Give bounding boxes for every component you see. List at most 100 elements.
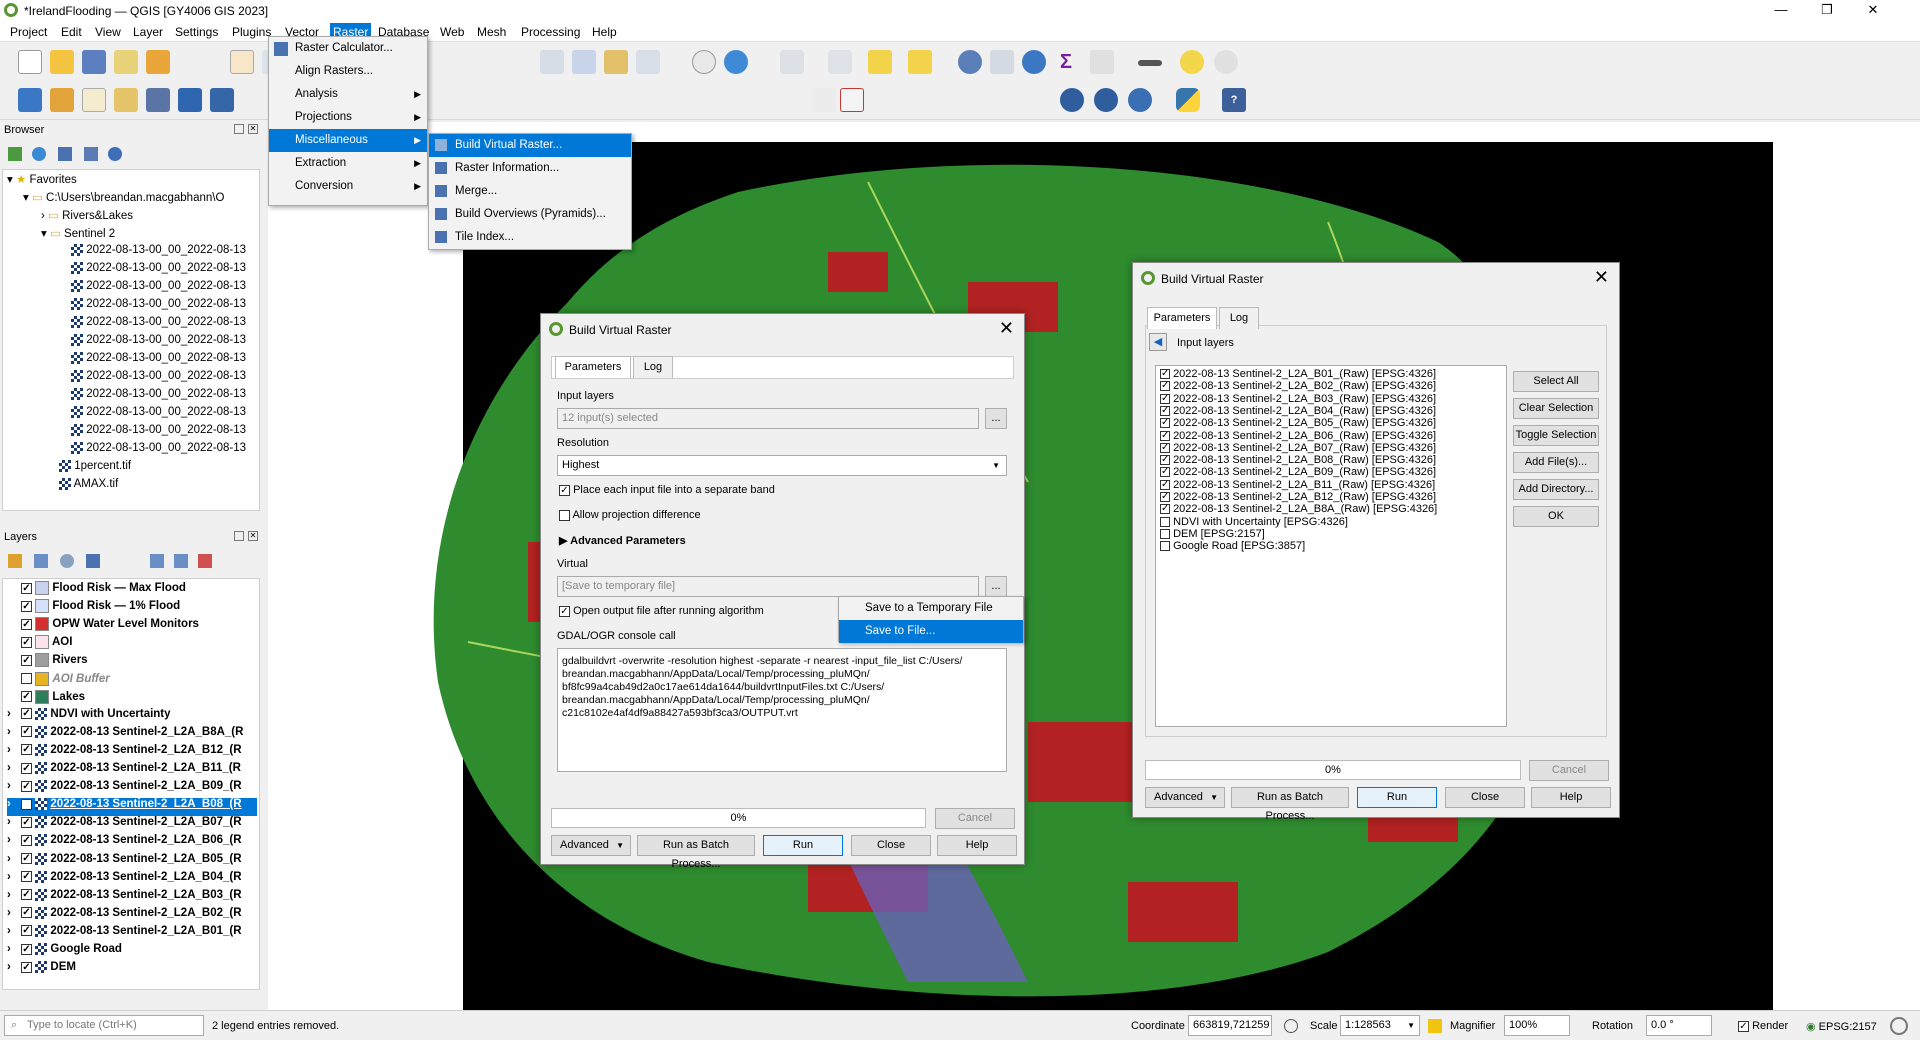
select-attribute-icon[interactable] [828, 50, 852, 74]
tree-file[interactable]: 2022-08-13-00_00_2022-08-13 [71, 316, 246, 334]
layer-row[interactable]: › ✓ 2022-08-13 Sentinel-2_L2A_B8A_(R [7, 725, 243, 744]
miscellaneous-item[interactable]: Miscellaneous ▶ [269, 129, 427, 152]
add-directory-button[interactable]: Add Directory... [1513, 479, 1599, 500]
input-layer-item[interactable]: ✓ 2022-08-13 Sentinel-2_L2A_B04_(Raw) [E… [1160, 405, 1436, 417]
expand-arrow-icon[interactable]: › [7, 708, 21, 720]
restore-button[interactable]: ❐ [1804, 0, 1850, 22]
layer-checkbox[interactable]: ✓ [1160, 381, 1170, 392]
input-layer-item[interactable]: NDVI with Uncertainty [EPSG:4326] [1160, 516, 1348, 528]
layer-checkbox[interactable]: ✓ [1160, 418, 1170, 429]
deselect-icon[interactable] [868, 50, 892, 74]
close-button[interactable]: Close [851, 835, 931, 856]
layer-checkbox[interactable]: ✓ [1160, 455, 1170, 466]
expand-arrow-icon[interactable]: › [7, 834, 21, 846]
ok-button[interactable]: OK [1513, 506, 1599, 527]
layer-row[interactable]: ✓ Flood Risk — Max Flood [7, 581, 186, 599]
checkbox[interactable] [559, 509, 570, 521]
select-features-icon[interactable] [780, 50, 804, 74]
expand-arrow-icon[interactable]: › [7, 907, 21, 919]
menu-mesh[interactable]: Mesh [477, 25, 506, 39]
batch-process-button[interactable]: Run as Batch Process... [1231, 787, 1349, 822]
menu-web[interactable]: Web [440, 25, 464, 39]
checkbox-checked[interactable]: ✓ [1738, 1020, 1749, 1032]
tree-folder[interactable]: ▾ ▭ Sentinel 2 [41, 226, 115, 244]
input-layer-item[interactable]: ✓ 2022-08-13 Sentinel-2_L2A_B01_(Raw) [E… [1160, 368, 1436, 380]
back-arrow-icon[interactable]: ◀ [1149, 333, 1167, 351]
globe-search-icon[interactable] [1094, 88, 1118, 112]
layer-visibility-checkbox[interactable]: ✓ [21, 943, 32, 955]
advanced-parameters-toggle[interactable]: ▶ Advanced Parameters [559, 534, 686, 547]
tab-parameters[interactable]: Parameters [555, 356, 631, 378]
rotation-field[interactable]: 0.0 ° [1646, 1015, 1712, 1036]
layer-visibility-checkbox[interactable]: ✓ [21, 798, 32, 810]
tree-file[interactable]: 2022-08-13-00_00_2022-08-13 [71, 280, 246, 298]
layer-row[interactable]: ✓ Lakes [7, 689, 85, 708]
float-panel-icon[interactable] [234, 124, 244, 134]
help-button[interactable]: Help [937, 835, 1017, 856]
layer-visibility-checkbox[interactable]: ✓ [21, 744, 32, 756]
menu-help[interactable]: Help [592, 25, 617, 39]
run-button[interactable]: Run [763, 835, 843, 856]
input-layers-browse-button[interactable]: ... [985, 408, 1007, 429]
input-layer-item[interactable]: ✓ 2022-08-13 Sentinel-2_L2A_B12_(Raw) [E… [1160, 491, 1436, 503]
tab-log[interactable]: Log [1219, 307, 1259, 329]
tree-file[interactable]: 2022-08-13-00_00_2022-08-13 [71, 370, 246, 388]
menu-plugins[interactable]: Plugins [232, 25, 271, 39]
visibility-icon[interactable] [60, 554, 74, 568]
expand-arrow-icon[interactable]: › [7, 853, 21, 865]
input-layer-item[interactable]: ✓ 2022-08-13 Sentinel-2_L2A_B8A_(Raw) [E… [1160, 503, 1437, 515]
tree-file[interactable]: 2022-08-13-00_00_2022-08-13 [71, 352, 246, 370]
magnifier-field[interactable]: 100% [1504, 1015, 1570, 1036]
expand-arrow-icon[interactable]: › [7, 726, 21, 738]
input-layer-item[interactable]: Google Road [EPSG:3857] [1160, 540, 1305, 552]
layer-visibility-checkbox[interactable]: ✓ [21, 618, 32, 630]
tree-favorites[interactable]: ▾ ★ Favorites [7, 172, 77, 190]
data-source-manager-icon[interactable] [18, 88, 42, 112]
toggle-coordinate-icon[interactable] [1284, 1019, 1298, 1033]
menu-view[interactable]: View [95, 25, 121, 39]
checkbox-checked[interactable]: ✓ [559, 484, 570, 496]
add-selected-icon[interactable] [8, 147, 22, 161]
open-output-checkbox[interactable]: ✓ Open output file after running algorit… [559, 605, 764, 617]
new-map-view-icon[interactable] [540, 50, 564, 74]
layer-row[interactable]: › ✓ 2022-08-13 Sentinel-2_L2A_B07_(R [7, 816, 242, 834]
close-panel-icon[interactable]: ✕ [248, 124, 258, 134]
filter-browser-icon[interactable] [58, 147, 72, 161]
menu-edit[interactable]: Edit [61, 25, 82, 39]
tree-file[interactable]: 2022-08-13-00_00_2022-08-13 [71, 298, 246, 316]
checkbox-checked[interactable]: ✓ [559, 605, 570, 617]
layer-visibility-checkbox[interactable]: ✓ [21, 691, 32, 703]
input-layer-item[interactable]: ✓ 2022-08-13 Sentinel-2_L2A_B07_(Raw) [E… [1160, 442, 1436, 454]
virtual-output-field[interactable]: [Save to temporary file] [557, 576, 979, 597]
layer-row[interactable]: ✓ Flood Risk — 1% Flood [7, 599, 180, 617]
dialog-close-icon[interactable]: ✕ [1594, 267, 1609, 288]
map-canvas[interactable] [268, 122, 1920, 1018]
layer-checkbox[interactable]: ✓ [1160, 405, 1170, 416]
layer-row[interactable]: › ✓ 2022-08-13 Sentinel-2_L2A_B01_(R [7, 924, 242, 943]
layer-visibility-checkbox[interactable]: ✓ [21, 726, 32, 738]
identify-icon[interactable] [958, 50, 982, 74]
tree-file[interactable]: 2022-08-13-00_00_2022-08-13 [71, 334, 246, 352]
save-to-file-item[interactable]: Save to File... [839, 620, 1023, 643]
layer-checkbox[interactable] [1160, 541, 1170, 552]
lock-scale-icon[interactable] [1428, 1019, 1442, 1033]
cancel-button[interactable]: Cancel [1529, 760, 1609, 781]
raster-calculator-item[interactable]: Raster Calculator... [269, 37, 427, 60]
layer-row[interactable]: › ✓ NDVI with Uncertainty [7, 707, 171, 726]
save-temp-file-item[interactable]: Save to a Temporary File [839, 597, 1023, 620]
input-layer-item[interactable]: ✓ 2022-08-13 Sentinel-2_L2A_B03_(Raw) [E… [1160, 393, 1436, 405]
layer-checkbox[interactable]: ✓ [1160, 492, 1170, 503]
style-panel-icon[interactable] [8, 554, 22, 568]
align-rasters-item[interactable]: Align Rasters... [269, 60, 427, 83]
input-layer-item[interactable]: ✓ 2022-08-13 Sentinel-2_L2A_B05_(Raw) [E… [1160, 417, 1436, 429]
expand-arrow-icon[interactable]: › [7, 798, 21, 810]
layer-visibility-checkbox[interactable]: ✓ [21, 708, 32, 720]
properties-icon[interactable] [108, 147, 122, 161]
processing-toolbox-icon[interactable] [1022, 50, 1046, 74]
close-window-button[interactable]: ✕ [1850, 0, 1896, 22]
statistics-icon[interactable]: Σ [1054, 50, 1078, 74]
expand-arrow-icon[interactable]: › [7, 925, 21, 937]
tree-file[interactable]: 2022-08-13-00_00_2022-08-13 [71, 244, 246, 262]
select-location-icon[interactable] [908, 50, 932, 74]
tree-user-folder[interactable]: ▾ ▭ C:\Users\breandan.macgabhann\O [23, 190, 224, 208]
